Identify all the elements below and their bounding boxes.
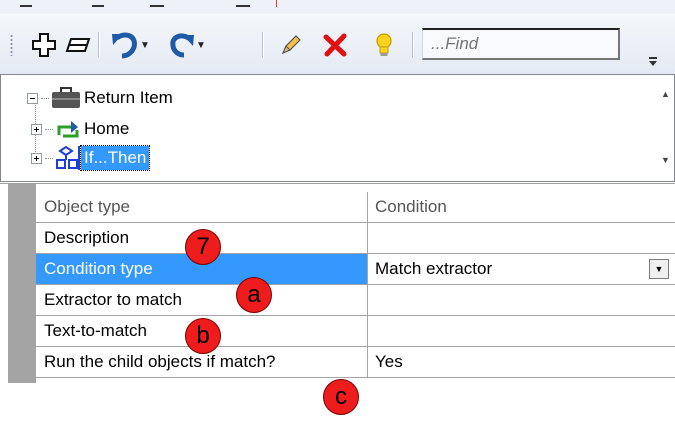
scroll-up-icon[interactable]: ▲: [661, 89, 670, 99]
edit-button[interactable]: [276, 30, 306, 60]
remove-button[interactable]: [62, 30, 94, 60]
object-tree: Return Item Home If...Then ▲ ▼: [0, 74, 675, 182]
undo-dropdown-icon[interactable]: ▼: [140, 40, 150, 51]
chevron-down-icon: [649, 57, 657, 66]
menu-fragment: [20, 5, 32, 7]
tree-connector: [45, 157, 53, 159]
collapse-icon[interactable]: [27, 92, 38, 104]
add-button[interactable]: [28, 30, 60, 60]
scroll-down-icon[interactable]: ▼: [661, 155, 670, 165]
property-value[interactable]: [369, 223, 675, 253]
grid-row-run-child-objects[interactable]: Run the child objects if match? Yes: [36, 347, 675, 378]
condition-icon: [56, 146, 80, 170]
toolbar-separator: [412, 32, 413, 58]
grid-row-object-type[interactable]: Object type Condition: [36, 192, 675, 223]
property-value[interactable]: Yes: [369, 347, 675, 377]
property-name: Object type: [36, 192, 368, 222]
callout-marker: a: [236, 277, 272, 313]
chevron-down-icon: ▼: [654, 264, 664, 274]
menu-fragment: [236, 5, 250, 7]
redo-dropdown-icon[interactable]: ▼: [196, 40, 206, 51]
toolbar-overflow-button[interactable]: [646, 54, 660, 68]
grid-row-extractor-to-match[interactable]: Extractor to match: [36, 285, 675, 316]
add-icon: [32, 33, 56, 57]
expand-icon[interactable]: [31, 152, 42, 164]
callout-marker: b: [185, 318, 221, 354]
toolbar: ▼ ▼: [0, 14, 675, 74]
lightbulb-icon: [376, 33, 392, 56]
property-value[interactable]: [369, 316, 675, 346]
menu-fragment: [150, 5, 164, 7]
tree-scrollbar[interactable]: ▲ ▼: [657, 75, 674, 181]
property-value[interactable]: Match extractor: [369, 254, 675, 284]
property-value[interactable]: [369, 285, 675, 315]
tree-connector: [45, 128, 53, 130]
tree-label[interactable]: Home: [81, 117, 132, 141]
tree-connector: [41, 97, 49, 99]
property-name: Extractor to match: [36, 285, 368, 315]
redo-icon: [170, 33, 195, 58]
loop-icon: [57, 121, 79, 138]
menu-strip: [0, 0, 675, 14]
tree-label[interactable]: If...Then: [79, 145, 151, 171]
undo-button[interactable]: ▼: [104, 30, 156, 60]
delete-button[interactable]: [318, 30, 352, 60]
delete-icon: [323, 33, 347, 57]
callout-marker: 7: [185, 229, 221, 265]
grid-row-header-rail: [8, 184, 36, 383]
toolbar-separator: [98, 32, 99, 58]
tree-item-home[interactable]: Home: [31, 116, 132, 142]
expand-icon[interactable]: [31, 123, 42, 135]
hint-button[interactable]: [370, 30, 398, 60]
condition-type-dropdown-button[interactable]: ▼: [649, 259, 669, 279]
undo-icon: [112, 32, 137, 59]
condition-type-select[interactable]: Match extractor: [375, 259, 492, 278]
toolbar-grip[interactable]: [10, 34, 13, 56]
menu-fragment: [276, 0, 277, 7]
redo-button[interactable]: ▼: [160, 30, 212, 60]
tree-item-return-item[interactable]: Return Item: [27, 85, 176, 111]
toolbar-separator: [262, 32, 263, 58]
pencil-icon: [281, 35, 301, 55]
grid-row-text-to-match[interactable]: Text-to-match: [36, 316, 675, 347]
tree-item-if-then[interactable]: If...Then: [31, 145, 151, 171]
remove-icon: [65, 38, 91, 52]
property-value: Condition: [375, 197, 447, 216]
briefcase-icon: [52, 87, 80, 108]
find-input[interactable]: [422, 28, 620, 60]
menu-fragment: [92, 5, 104, 7]
grid-row-description[interactable]: Description: [36, 223, 675, 254]
tree-label[interactable]: Return Item: [81, 86, 176, 110]
grid-row-condition-type[interactable]: Condition type Match extractor ▼: [36, 254, 675, 285]
callout-marker: c: [323, 379, 359, 415]
